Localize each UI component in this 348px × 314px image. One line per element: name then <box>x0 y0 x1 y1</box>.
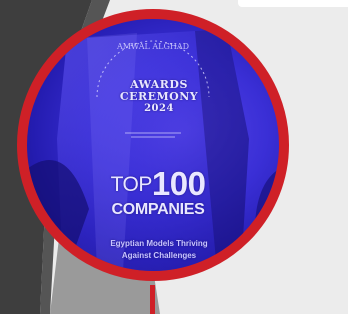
top100-heading: TOP100 <box>32 167 279 200</box>
top-right-card <box>238 0 348 7</box>
subtitle-line-2: Against Challenges <box>121 251 197 260</box>
top-prefix: TOP <box>110 173 153 196</box>
top-number: 100 <box>151 165 206 202</box>
year-line: 2024 <box>144 103 174 114</box>
arc-text: AMWAL ALGHAD <box>116 42 189 51</box>
subtitle-line-1: Egyptian Models Thriving <box>110 239 208 248</box>
trophy-photo: AMWAL ALGHAD <box>27 29 279 271</box>
awards-ceremony-text: AWARDS CEREMONY 2024 <box>33 79 279 115</box>
companies-label: COMPANIES <box>111 201 205 218</box>
badge-pin-line <box>150 285 155 314</box>
award-photo-badge: AMWAL ALGHAD AWARDS CEREMONY 2024 TOP100… <box>17 9 289 281</box>
ceremony-line: CEREMONY <box>119 90 199 103</box>
award-subtitle: Egyptian Models Thriving Against Challen… <box>33 238 279 262</box>
